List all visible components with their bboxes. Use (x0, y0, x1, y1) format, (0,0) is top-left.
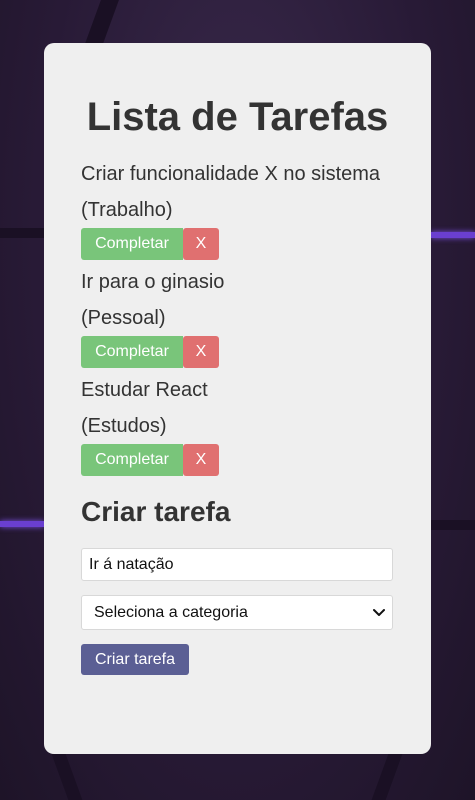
task-item: Estudar React (Estudos) Completar X (81, 372, 394, 476)
background-shape (371, 754, 403, 800)
complete-button[interactable]: Completar (81, 336, 183, 368)
background-shape (51, 754, 83, 800)
task-actions: Completar X (81, 228, 394, 260)
task-name: Criar funcionalidade X no sistema (81, 163, 381, 185)
task-name: Ir para o ginasio (81, 271, 225, 293)
todo-card: Lista de Tarefas Criar funcionalidade X … (44, 43, 431, 754)
category-select[interactable]: Seleciona a categoria (81, 595, 393, 630)
create-task-heading: Criar tarefa (81, 496, 231, 527)
background-shape (0, 228, 44, 238)
remove-button[interactable]: X (183, 336, 219, 368)
task-list: Criar funcionalidade X no sistema (Traba… (81, 156, 394, 476)
task-category: (Pessoal) (81, 307, 166, 329)
task-name: Estudar React (81, 379, 208, 401)
category-select-value: Seleciona a categoria (94, 603, 248, 621)
background-shape (431, 520, 475, 530)
task-category: (Estudos) (81, 415, 167, 437)
task-item: Ir para o ginasio (Pessoal) Completar X (81, 264, 394, 368)
task-name-input[interactable] (81, 548, 393, 581)
complete-button[interactable]: Completar (81, 228, 183, 260)
task-item: Criar funcionalidade X no sistema (Traba… (81, 156, 394, 260)
complete-button[interactable]: Completar (81, 444, 183, 476)
page-title: Lista de Tarefas (86, 95, 389, 139)
create-task-button[interactable]: Criar tarefa (81, 644, 189, 675)
task-actions: Completar X (81, 444, 394, 476)
background-glow (0, 521, 44, 527)
task-category: (Trabalho) (81, 199, 173, 221)
remove-button[interactable]: X (183, 228, 219, 260)
background-glow (431, 232, 475, 238)
task-actions: Completar X (81, 336, 394, 368)
chevron-down-icon (373, 609, 385, 616)
remove-button[interactable]: X (183, 444, 219, 476)
